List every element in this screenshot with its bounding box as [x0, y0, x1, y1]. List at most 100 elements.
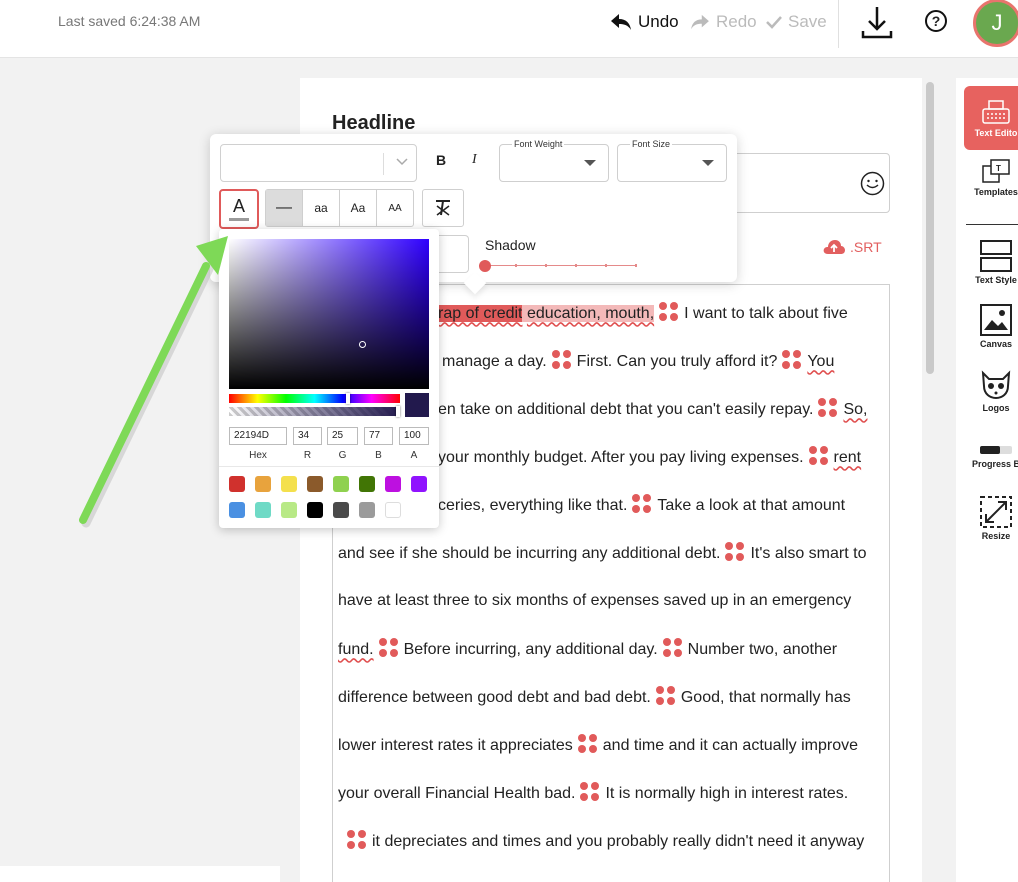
- color-swatch[interactable]: [281, 476, 297, 492]
- case-none-button[interactable]: —: [266, 190, 303, 226]
- bold-button[interactable]: B: [436, 152, 446, 168]
- undo-button[interactable]: Undo: [610, 10, 679, 34]
- cloud-upload-icon: [823, 240, 845, 254]
- pause-marker-icon[interactable]: [808, 446, 829, 466]
- pause-marker-icon[interactable]: [577, 734, 598, 754]
- progress-bar-icon: [980, 446, 1012, 454]
- color-swatch[interactable]: [229, 502, 245, 518]
- save-label: Save: [788, 12, 827, 31]
- shadow-label: Shadow: [485, 237, 536, 253]
- font-weight-select[interactable]: Font Weight: [499, 139, 609, 182]
- r-label: R: [303, 450, 312, 461]
- b-label: B: [375, 450, 382, 461]
- canvas-icon: [980, 304, 1012, 336]
- font-weight-label: Font Weight: [512, 139, 565, 149]
- tool-canvas[interactable]: Canvas: [964, 304, 1018, 349]
- font-family-select[interactable]: [220, 144, 417, 182]
- redo-button[interactable]: Redo: [690, 10, 757, 34]
- b-input[interactable]: 77: [364, 427, 393, 445]
- undo-icon: [611, 14, 631, 30]
- pause-marker-icon[interactable]: [378, 638, 399, 658]
- color-swatch[interactable]: [333, 502, 349, 518]
- font-size-label: Font Size: [630, 139, 673, 149]
- color-swatch[interactable]: [307, 502, 323, 518]
- outline-input[interactable]: [438, 235, 469, 273]
- pause-marker-icon[interactable]: [632, 494, 652, 514]
- templates-icon: T: [982, 159, 1010, 183]
- slider-tick: [575, 264, 577, 267]
- color-swatch[interactable]: [281, 502, 297, 518]
- transcript-line: lower interest rates it appreciates and t…: [338, 734, 858, 756]
- pause-marker-icon[interactable]: [662, 638, 683, 658]
- g-input[interactable]: 25: [327, 427, 358, 445]
- pause-marker-icon[interactable]: [580, 782, 600, 802]
- text-style-icon: [980, 240, 1012, 272]
- transcript-line: it depreciates and times and you probabl…: [342, 830, 864, 852]
- undo-label: Undo: [638, 12, 679, 31]
- a-input[interactable]: 100: [399, 427, 429, 445]
- slider-tick: [545, 264, 547, 267]
- color-swatch[interactable]: [333, 476, 349, 492]
- transcript-line: manage a day. First. Can you truly afford…: [442, 350, 834, 372]
- shadow-slider-track[interactable]: [485, 265, 637, 266]
- upload-srt-button[interactable]: .SRT: [822, 239, 882, 255]
- hue-slider[interactable]: [229, 394, 400, 403]
- saturation-handle[interactable]: [359, 341, 366, 348]
- avatar[interactable]: J: [973, 0, 1018, 47]
- svg-text:T: T: [996, 164, 1001, 173]
- case-title-button[interactable]: Aa: [340, 190, 377, 226]
- color-swatch[interactable]: [359, 502, 375, 518]
- color-swatch[interactable]: [385, 502, 401, 518]
- download-icon[interactable]: [860, 5, 894, 41]
- color-swatch[interactable]: [307, 476, 323, 492]
- tool-text-style[interactable]: Text Style: [964, 240, 1018, 285]
- slider-tick: [605, 264, 607, 267]
- tool-templates[interactable]: T Templates: [964, 158, 1018, 197]
- font-size-select[interactable]: Font Size: [617, 139, 727, 182]
- transcript-line: fund. Before incurring, any additional da…: [338, 638, 837, 660]
- color-swatch[interactable]: [255, 502, 271, 518]
- italic-button[interactable]: I: [472, 152, 477, 168]
- transcript-line: have at least three to six months of exp…: [338, 592, 852, 609]
- hue-handle[interactable]: [346, 393, 350, 404]
- alpha-handle[interactable]: [396, 406, 400, 417]
- shadow-slider-thumb[interactable]: [479, 260, 491, 272]
- scrollbar[interactable]: [926, 82, 934, 374]
- clear-formatting-button[interactable]: [422, 189, 464, 227]
- slider-tick: [515, 264, 517, 267]
- r-input[interactable]: 34: [293, 427, 322, 445]
- alpha-slider[interactable]: [229, 407, 400, 416]
- pause-marker-icon[interactable]: [782, 350, 802, 370]
- color-swatch[interactable]: [385, 476, 401, 492]
- saturation-area[interactable]: [229, 239, 429, 389]
- tool-progress-bar[interactable]: Progress B: [964, 444, 1018, 469]
- pause-marker-icon[interactable]: [659, 302, 679, 322]
- save-button[interactable]: Save: [766, 10, 827, 34]
- text-color-icon: A: [232, 196, 245, 216]
- color-swatch[interactable]: [229, 476, 245, 492]
- pause-marker-icon[interactable]: [551, 350, 572, 370]
- tool-logos[interactable]: Logos: [964, 370, 1018, 413]
- tool-resize[interactable]: Resize: [964, 496, 1018, 541]
- sidebar-divider: [966, 224, 1018, 225]
- pause-marker-icon[interactable]: [347, 830, 367, 850]
- pause-marker-icon[interactable]: [725, 542, 745, 562]
- emoji-icon[interactable]: [860, 171, 885, 196]
- help-icon[interactable]: ?: [925, 10, 947, 32]
- color-swatch[interactable]: [359, 476, 375, 492]
- typewriter-icon: [982, 99, 1010, 124]
- pause-marker-icon[interactable]: [818, 398, 838, 418]
- color-swatch[interactable]: [255, 476, 271, 492]
- case-lower-button[interactable]: aa: [303, 190, 340, 226]
- hex-input[interactable]: 22194D: [229, 427, 287, 445]
- transcript-line: rap of credit education, mouth, I want to…: [438, 302, 848, 324]
- tool-text-editor[interactable]: Text Edito: [964, 86, 1018, 150]
- color-swatch[interactable]: [411, 476, 427, 492]
- transcript-line: difference between good debt and bad deb…: [338, 686, 851, 708]
- redo-icon: [691, 14, 709, 30]
- srt-label: .SRT: [850, 239, 882, 255]
- bottom-panel: [0, 866, 280, 882]
- case-upper-button[interactable]: AA: [377, 190, 413, 226]
- text-color-button[interactable]: A: [219, 189, 259, 229]
- pause-marker-icon[interactable]: [655, 686, 676, 706]
